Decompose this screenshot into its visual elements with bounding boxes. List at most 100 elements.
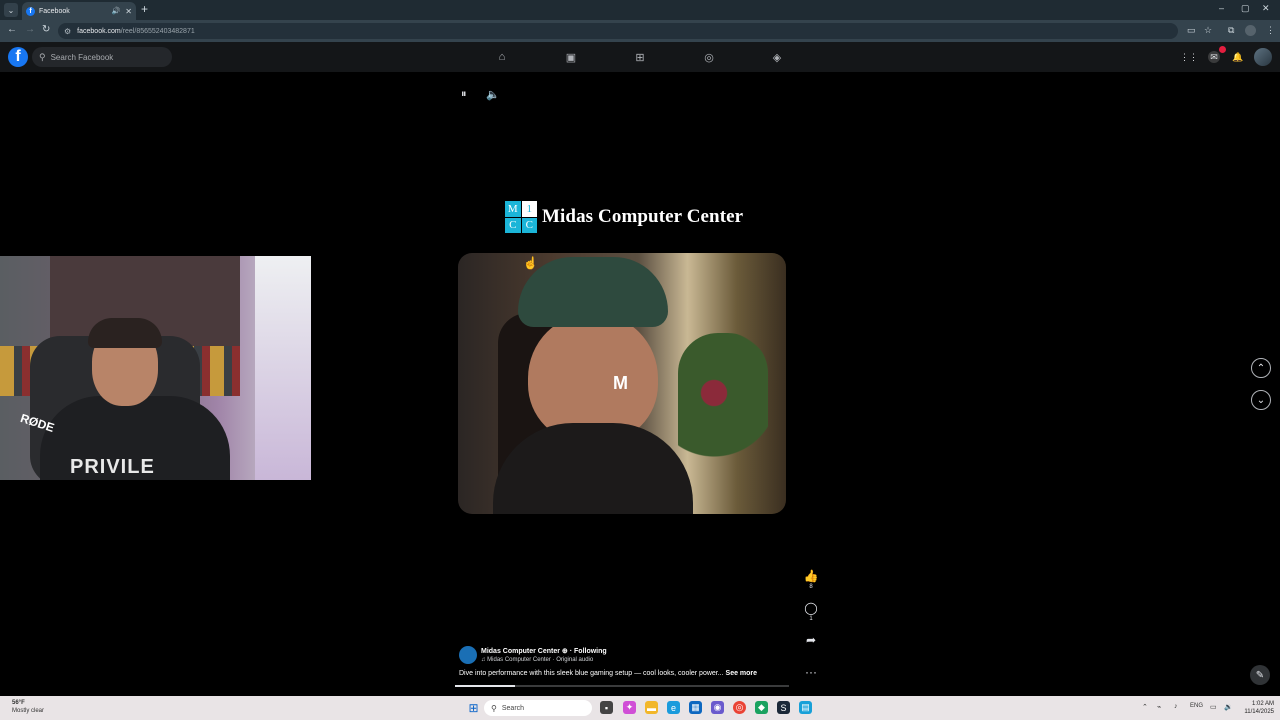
windows-taskbar: 56°F Mostly clear ⊞ ⚲ Search ▪ ✦ ▬ e ▦ ◉… xyxy=(0,696,1280,720)
midas-logo-icon: M 1 C C xyxy=(505,201,537,233)
messenger-icon[interactable]: ✉ xyxy=(1208,51,1220,63)
video-watermark: M xyxy=(613,373,628,393)
comment-icon: ◯ xyxy=(804,601,818,615)
minimize-button[interactable]: – xyxy=(1219,3,1224,13)
chevron-down-icon: ⌄ xyxy=(1256,394,1266,406)
steam-icon[interactable]: S xyxy=(777,701,790,714)
profile-icon[interactable] xyxy=(1245,25,1256,36)
windows-start-icon[interactable]: ⊞ xyxy=(467,701,480,715)
browser-tab-strip: ⌄ f Facebook 🔊 ✕ + – ▢ ✕ xyxy=(0,0,1280,20)
reel-brand-header: M 1 C C Midas Computer Center xyxy=(505,201,743,233)
audio-line[interactable]: ♫ Midas Computer Center · Original audio xyxy=(481,657,593,663)
video-subject-cap xyxy=(518,257,668,327)
video-progress-fill xyxy=(455,685,516,687)
bookmark-star-icon[interactable]: ☆ xyxy=(1204,25,1212,36)
weather-desc: Mostly clear xyxy=(12,708,45,714)
app-icon-green[interactable]: ◆ xyxy=(755,701,768,714)
reload-icon[interactable]: ↻ xyxy=(42,24,50,35)
forward-icon[interactable]: → xyxy=(25,24,35,35)
facebook-search-input[interactable]: ⚲ Search Facebook xyxy=(32,47,172,67)
app-icon-blue[interactable]: ▤ xyxy=(799,701,812,714)
tab-search-icon[interactable]: ⌄ xyxy=(4,3,18,17)
home-tab-icon[interactable]: ⌂ xyxy=(495,50,509,64)
extension-icon[interactable]: ⧉ xyxy=(1228,25,1234,36)
maximize-button[interactable]: ▢ xyxy=(1241,3,1250,14)
edge-icon[interactable]: e xyxy=(667,701,680,714)
close-window-button[interactable]: ✕ xyxy=(1262,3,1270,14)
clock-time: 1:02 AM xyxy=(1251,701,1274,707)
back-icon[interactable]: ← xyxy=(7,24,17,35)
browser-toolbar: ← → ↻ ⚙ facebook.com /reel/8565524034828… xyxy=(0,20,1280,42)
like-button[interactable]: 👍 8 xyxy=(803,569,819,590)
video-plant xyxy=(678,333,768,483)
audio-label: Midas Computer Center · Original audio xyxy=(487,657,594,663)
like-count: 8 xyxy=(809,584,813,590)
gaming-tab-icon[interactable]: ◈ xyxy=(770,50,784,64)
tab-audio-icon[interactable]: 🔊 xyxy=(112,7,121,15)
notifications-bell-icon[interactable]: 🔔 xyxy=(1232,51,1244,63)
reel-video[interactable]: M xyxy=(458,253,786,514)
groups-tab-icon[interactable]: ◎ xyxy=(702,50,716,64)
new-tab-button[interactable]: + xyxy=(141,2,148,16)
taskbar-search-placeholder: Search xyxy=(501,704,525,712)
address-bar[interactable]: ⚙ facebook.com /reel/856552403482871 xyxy=(58,23,1178,39)
url-path: /reel/856552403482871 xyxy=(120,27,195,35)
video-tab-icon[interactable]: ▣ xyxy=(564,50,578,64)
tray-speaker-icon[interactable]: ♪ xyxy=(1174,703,1178,710)
share-icon: ➦ xyxy=(805,633,817,647)
tray-language[interactable]: ENG xyxy=(1190,703,1203,709)
copilot-icon[interactable]: ✦ xyxy=(623,701,636,714)
caption-text: Dive into performance with this sleek bl… xyxy=(459,670,724,677)
tab-title: Facebook xyxy=(39,7,70,15)
author-avatar[interactable] xyxy=(459,646,477,664)
notification-badge xyxy=(1219,46,1226,53)
url-host: facebook.com xyxy=(77,27,121,35)
browser-menu-icon[interactable]: ⋮ xyxy=(1266,25,1275,36)
mouse-cursor-icon: ☝ xyxy=(523,256,538,270)
like-icon: 👍 xyxy=(803,569,819,583)
facebook-header: f ⚲ Search Facebook ⌂ ▣ ⊞ ◎ ◈ ⋮⋮ ✉ 🔔 xyxy=(0,42,1280,72)
weather-widget[interactable]: 56°F Mostly clear xyxy=(12,699,44,715)
compose-icon: ✎ xyxy=(1255,669,1265,681)
facebook-favicon-icon: f xyxy=(26,6,35,16)
globe-icon: ⊕ · xyxy=(561,648,575,655)
brand-name: Midas Computer Center xyxy=(542,206,744,227)
tray-display-icon[interactable]: ▭ xyxy=(1210,703,1217,711)
discord-icon[interactable]: ◉ xyxy=(711,701,724,714)
chrome-icon[interactable]: ◎ xyxy=(733,701,746,714)
tray-network-icon[interactable]: ⌁ xyxy=(1157,703,1161,711)
share-button[interactable]: ➦ xyxy=(803,633,819,647)
tab-close-icon[interactable]: ✕ xyxy=(125,7,132,16)
video-progress-bar[interactable] xyxy=(455,685,789,687)
site-info-icon[interactable]: ⚙ xyxy=(64,27,71,36)
browser-tab[interactable]: f Facebook 🔊 ✕ xyxy=(22,2,136,20)
previous-reel-button[interactable]: ⌃ xyxy=(1251,358,1271,378)
next-reel-button[interactable]: ⌄ xyxy=(1251,390,1271,410)
tray-volume-icon[interactable]: 🔉 xyxy=(1224,703,1233,711)
store-icon[interactable]: ▦ xyxy=(689,701,702,714)
tray-overflow-icon[interactable]: ⌃ xyxy=(1142,703,1148,711)
more-options-button[interactable]: ··· xyxy=(803,665,819,679)
menu-grid-icon[interactable]: ⋮⋮ xyxy=(1180,51,1198,63)
facebook-logo-icon[interactable]: f xyxy=(8,47,28,67)
account-avatar[interactable] xyxy=(1254,48,1272,66)
comment-button[interactable]: ◯ 1 xyxy=(803,601,819,622)
taskbar-search-input[interactable]: ⚲ Search xyxy=(484,700,592,716)
more-icon: ··· xyxy=(805,665,817,679)
task-view-icon[interactable]: ▪ xyxy=(600,701,613,714)
taskbar-search-icon: ⚲ xyxy=(491,703,497,713)
clock-date: 11/14/2025 xyxy=(1244,709,1274,715)
taskbar-clock[interactable]: 1:02 AM 11/14/2025 xyxy=(1236,700,1274,716)
marketplace-tab-icon[interactable]: ⊞ xyxy=(633,50,647,64)
new-message-button[interactable]: ✎ xyxy=(1250,665,1270,685)
following-button[interactable]: Following xyxy=(574,648,607,655)
author-line: Midas Computer Center ⊕ · Following xyxy=(481,647,607,655)
volume-icon[interactable]: 🔈 xyxy=(486,88,500,101)
comment-count: 1 xyxy=(809,616,813,622)
caption-text-line: Dive into performance with this sleek bl… xyxy=(459,670,757,677)
file-explorer-icon[interactable]: ▬ xyxy=(645,701,658,714)
author-name[interactable]: Midas Computer Center xyxy=(481,648,560,655)
pause-icon[interactable]: ⏸ xyxy=(461,88,467,101)
see-more-link[interactable]: See more xyxy=(726,670,758,677)
cast-icon[interactable]: ▭ xyxy=(1187,25,1196,36)
